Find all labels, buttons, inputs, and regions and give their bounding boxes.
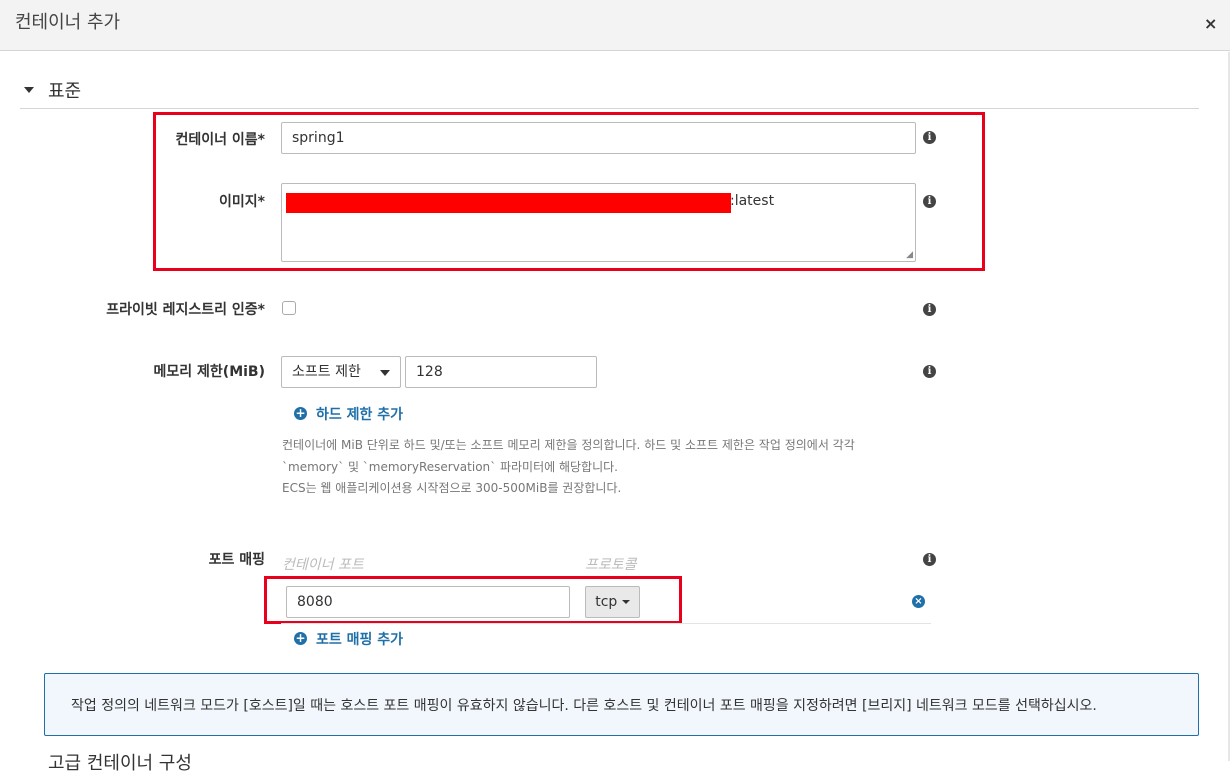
- protocol-value: tcp: [595, 594, 618, 610]
- protocol-column-header: 프로토콜: [585, 557, 637, 573]
- image-label: 이미지*: [219, 194, 265, 210]
- memory-limit-type-select[interactable]: 소프트 제한: [281, 356, 401, 388]
- section-title-standard[interactable]: 표준: [48, 77, 81, 103]
- image-tag-text: :latest: [730, 193, 775, 209]
- memory-help-line3: ECS는 웹 애플리케이션용 시작점으로 300-500MiB를 권장합니다.: [282, 481, 622, 495]
- port-row-divider: [281, 623, 931, 624]
- section-divider: [20, 108, 1199, 109]
- chevron-down-icon: [380, 370, 390, 376]
- remove-icon[interactable]: ×: [912, 595, 925, 608]
- memory-help-line1: 컨테이너에 MiB 단위로 하드 및/또는 소프트 메모리 제한을 정의합니다.…: [282, 438, 855, 452]
- add-port-mapping-link[interactable]: 포트 매핑 추가: [316, 629, 403, 649]
- dialog-title: 컨테이너 추가: [15, 12, 121, 33]
- add-circle-icon[interactable]: +: [294, 407, 307, 420]
- memory-value-input[interactable]: [405, 356, 597, 388]
- private-registry-label: 프라이빗 레지스트리 인증*: [106, 302, 265, 318]
- info-icon[interactable]: i: [923, 131, 936, 144]
- container-name-input[interactable]: [281, 122, 916, 154]
- info-icon[interactable]: i: [923, 195, 936, 208]
- container-port-column-header: 컨테이너 포트: [282, 557, 364, 573]
- collapse-arrow-icon[interactable]: [24, 87, 34, 93]
- add-circle-icon[interactable]: +: [294, 632, 307, 645]
- redacted-image-uri: [286, 193, 731, 213]
- protocol-select[interactable]: tcp: [585, 586, 640, 618]
- private-registry-checkbox[interactable]: [282, 301, 296, 315]
- info-icon[interactable]: i: [923, 303, 936, 316]
- container-name-label: 컨테이너 이름*: [175, 132, 265, 148]
- add-hard-limit-link[interactable]: 하드 제한 추가: [316, 404, 403, 424]
- chevron-down-icon: [621, 600, 630, 604]
- memory-help-line2: `memory` 및 `memoryReservation` 파라미터에 해당합…: [282, 460, 618, 474]
- image-textarea[interactable]: :latest ◢: [281, 183, 916, 262]
- close-icon[interactable]: ×: [1204, 14, 1217, 33]
- alert-message: 작업 정의의 네트워크 모드가 [호스트]일 때는 호스트 포트 매핑이 유효하…: [71, 698, 1097, 714]
- network-mode-alert: 작업 정의의 네트워크 모드가 [호스트]일 때는 호스트 포트 매핑이 유효하…: [44, 673, 1199, 736]
- resize-handle-icon[interactable]: ◢: [906, 250, 913, 260]
- dialog-header: [0, 0, 1230, 51]
- container-port-input[interactable]: [286, 586, 570, 618]
- memory-limit-type-value: 소프트 제한: [292, 364, 361, 380]
- advanced-section-title[interactable]: 고급 컨테이너 구성: [48, 749, 192, 775]
- port-mapping-label: 포트 매핑: [208, 552, 265, 568]
- info-icon[interactable]: i: [923, 365, 936, 378]
- info-icon[interactable]: i: [923, 553, 936, 566]
- memory-limit-label: 메모리 제한(MiB): [153, 364, 265, 380]
